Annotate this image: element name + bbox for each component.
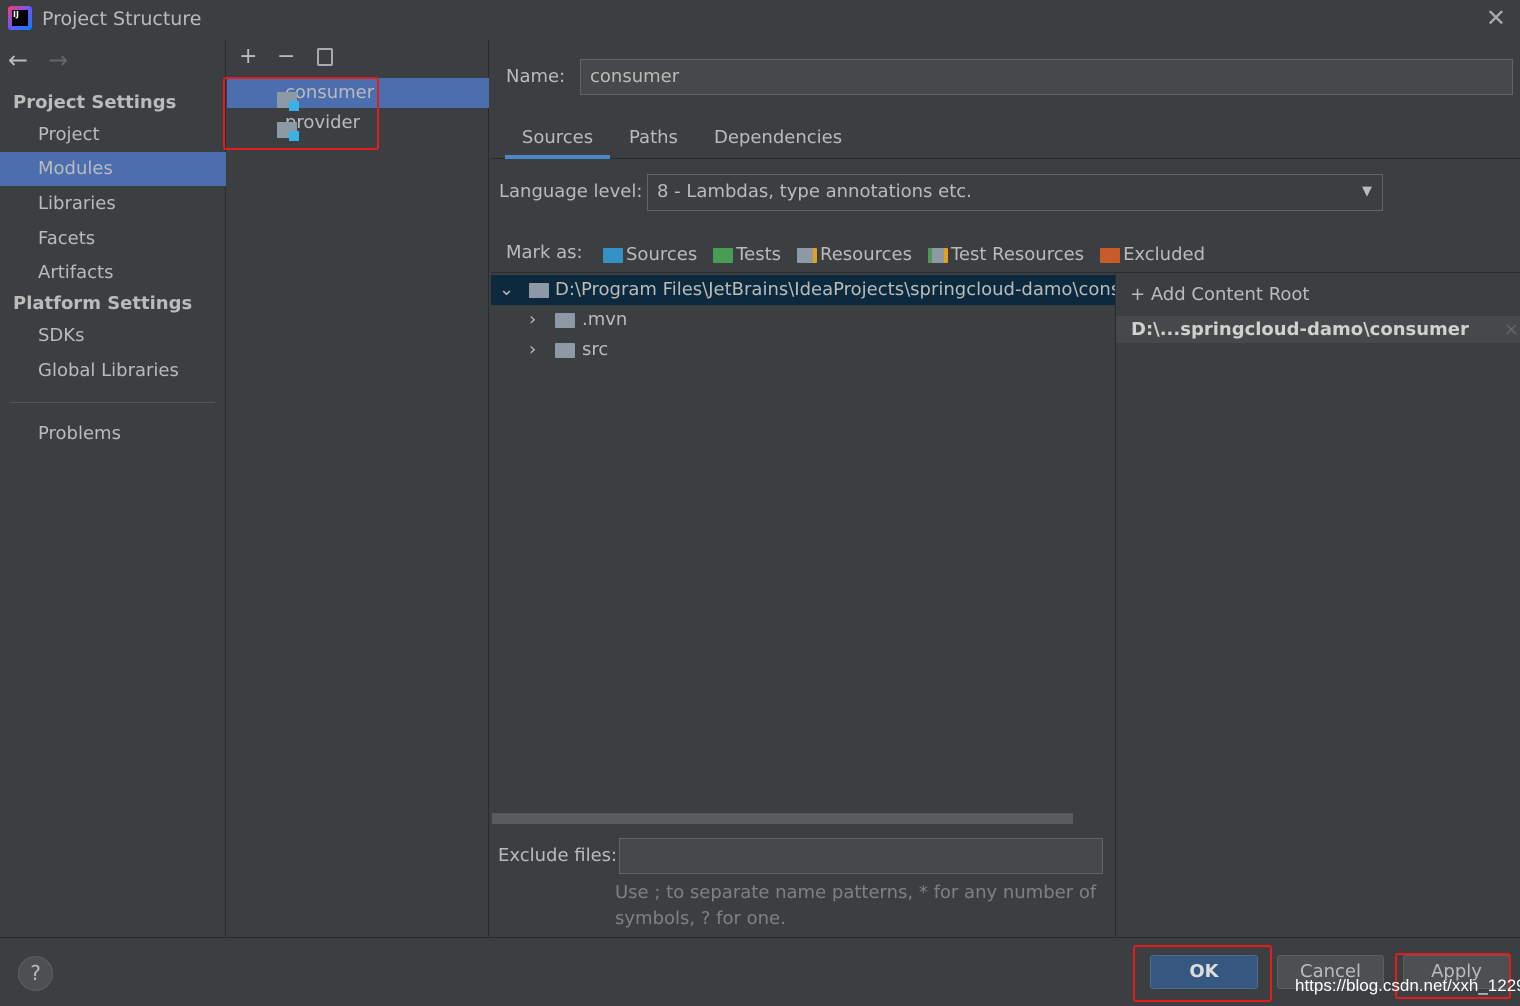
mark-label: Sources <box>626 244 698 265</box>
tree-label: .mvn <box>582 309 628 330</box>
tree-label: D:\Program Files\JetBrains\IdeaProjects\… <box>555 279 1115 300</box>
add-icon[interactable]: + <box>239 44 257 69</box>
sidebar: ← → Project Settings Project Modules Lib… <box>0 40 226 937</box>
divider <box>10 402 215 403</box>
mark-label: Excluded <box>1123 244 1206 265</box>
resources-folder-icon <box>797 247 818 263</box>
project-settings-heading: Project Settings <box>13 92 177 113</box>
exclude-files-label: Exclude files: <box>498 845 618 866</box>
mark-tests-button[interactable]: Tests <box>713 244 781 265</box>
add-content-root-button[interactable]: + Add Content Root <box>1130 284 1309 305</box>
horizontal-scrollbar[interactable] <box>492 813 1073 824</box>
intellij-logo-icon: IJ <box>8 6 32 30</box>
chevron-down-icon[interactable]: ⌄ <box>499 275 514 305</box>
footer-divider <box>0 937 1520 938</box>
folder-icon <box>529 283 549 298</box>
divider <box>491 272 1520 273</box>
folder-icon <box>555 343 575 358</box>
sidebar-item-modules[interactable]: Modules <box>0 152 226 186</box>
mark-resources-button[interactable]: Resources <box>797 244 912 265</box>
exclude-files-input[interactable] <box>619 838 1103 874</box>
mark-sources-button[interactable]: Sources <box>603 244 697 265</box>
sidebar-item-project[interactable]: Project <box>0 118 226 152</box>
tree-label: src <box>582 339 609 360</box>
mark-label: Tests <box>736 244 782 265</box>
mark-test-resources-button[interactable]: Test Resources <box>927 244 1085 265</box>
sidebar-item-sdks[interactable]: SDKs <box>0 319 226 353</box>
content-root-path: D:\...springcloud-damo\consumer <box>1131 319 1469 340</box>
mark-label: Resources <box>820 244 912 265</box>
tab-paths[interactable]: Paths <box>629 125 678 159</box>
watermark: https://blog.csdn.net/xxh_1229 <box>1295 976 1520 995</box>
help-button[interactable]: ? <box>18 956 53 991</box>
content-root-panel: + Add Content Root D:\...springcloud-dam… <box>1115 274 1520 937</box>
add-content-root-label: Add Content Root <box>1150 284 1310 305</box>
window-title: Project Structure <box>42 8 202 30</box>
folder-icon <box>555 313 575 328</box>
close-icon[interactable]: ✕ <box>1486 4 1506 32</box>
sidebar-item-facets[interactable]: Facets <box>0 222 226 256</box>
highlight-box <box>1133 945 1272 1002</box>
forward-arrow-icon[interactable]: → <box>48 46 68 74</box>
hint-line: symbols, ? for one. <box>615 908 786 929</box>
language-level-select[interactable]: 8 - Lambdas, type annotations etc. ▼ <box>647 174 1383 211</box>
chevron-right-icon[interactable]: › <box>529 335 536 365</box>
sources-folder-icon <box>603 247 623 263</box>
mark-as-buttons: Sources Tests Resources Test Resources E… <box>603 244 1205 265</box>
sidebar-item-libraries[interactable]: Libraries <box>0 187 226 221</box>
name-label: Name: <box>506 66 566 87</box>
tree-row-root[interactable]: ⌄ D:\Program Files\JetBrains\IdeaProjects… <box>491 275 1115 305</box>
mark-label: Test Resources <box>950 244 1085 265</box>
language-level-value: 8 - Lambdas, type annotations etc. <box>657 181 972 202</box>
remove-icon[interactable]: − <box>277 44 295 69</box>
remove-root-icon[interactable]: × <box>1504 316 1519 343</box>
content-tree: ⌄ D:\Program Files\JetBrains\IdeaProjects… <box>491 274 1115 814</box>
exclude-hint: Use ; to separate name patterns, * for a… <box>615 880 1096 932</box>
tree-row-mvn[interactable]: › .mvn <box>491 305 1115 335</box>
back-arrow-icon[interactable]: ← <box>8 46 28 74</box>
language-level-label: Language level: <box>499 181 643 202</box>
mark-as-label: Mark as: <box>506 242 583 263</box>
dropdown-arrow-icon: ▼ <box>1362 184 1372 199</box>
excluded-folder-icon <box>1100 247 1121 263</box>
module-list-panel: + − consumer provider <box>223 40 489 937</box>
hint-line: Use ; to separate name patterns, * for a… <box>615 882 1097 903</box>
plus-icon: + <box>1130 284 1151 305</box>
highlight-box <box>223 77 379 150</box>
platform-settings-heading: Platform Settings <box>13 293 193 314</box>
tests-folder-icon <box>713 247 734 263</box>
content-root-item[interactable]: D:\...springcloud-damo\consumer × <box>1116 316 1520 343</box>
tab-dependencies[interactable]: Dependencies <box>714 125 842 159</box>
sidebar-item-global-libraries[interactable]: Global Libraries <box>0 354 226 388</box>
mark-excluded-button[interactable]: Excluded <box>1100 244 1205 265</box>
name-input[interactable]: consumer <box>580 59 1513 95</box>
copy-icon[interactable] <box>317 48 333 66</box>
test-resources-folder-icon <box>927 247 948 263</box>
sidebar-item-artifacts[interactable]: Artifacts <box>0 256 226 290</box>
tab-sources[interactable]: Sources <box>505 125 610 159</box>
sidebar-item-problems[interactable]: Problems <box>0 417 226 451</box>
chevron-right-icon[interactable]: › <box>529 305 536 335</box>
tree-row-src[interactable]: › src <box>491 335 1115 365</box>
